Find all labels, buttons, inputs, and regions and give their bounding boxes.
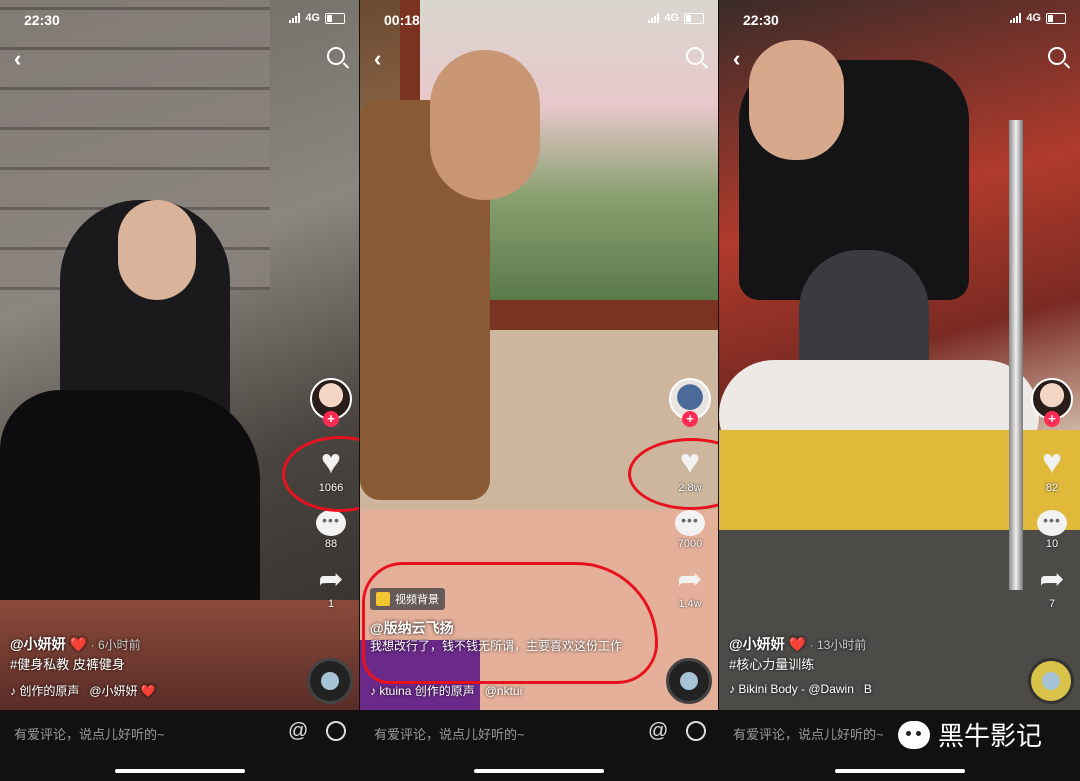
search-icon[interactable] [1048,47,1066,65]
post-time: · 13小时前 [809,638,867,652]
share-icon[interactable]: ➦ [668,564,712,596]
music-title: Bikini Body - @Dawin [738,682,854,696]
comment-icon[interactable]: ••• [316,510,346,536]
home-indicator [114,769,245,773]
music-title: 创作的原声 [19,684,80,698]
follow-plus-icon[interactable]: + [682,411,698,427]
clock: 22:30 [743,12,779,28]
music-title: ktuina 创作的原声 [379,684,475,698]
username[interactable]: @小妍妍 ❤️ [10,636,87,652]
music-disc[interactable] [307,658,353,704]
like-count: 82 [1045,482,1059,494]
username[interactable]: @版纳云飞扬 [370,618,648,638]
caption-text[interactable]: #核心力量训练 [729,655,1010,675]
music-row[interactable]: ♪ ktuina 创作的原声 @nktui [370,682,522,699]
back-icon[interactable]: ‹ [14,46,21,72]
follow-plus-icon[interactable]: + [323,411,339,427]
home-indicator [474,769,604,773]
heart-icon[interactable]: ♥ [1030,444,1074,480]
at-icon[interactable]: @ [648,720,668,743]
battery-icon [684,12,704,24]
video-frame[interactable] [719,0,1080,710]
status-bar: 00:18 4G [360,12,718,32]
emoji-icon[interactable] [326,721,346,741]
network-label: 4G [305,12,320,24]
signal-icon [289,13,301,23]
music-disc[interactable] [666,658,712,704]
video-frame[interactable] [0,0,359,710]
action-rail: + ♥ 82 ••• 10 ➦ 7 [1030,378,1074,610]
pole [1009,120,1023,590]
back-icon[interactable]: ‹ [374,46,381,72]
clock: 22:30 [24,12,60,28]
comment-bar[interactable]: 有爱评论，说点儿好听的~ @ [360,710,718,781]
search-icon[interactable] [327,47,345,65]
video-background-tag[interactable]: 视频背景 [370,588,445,610]
video-panel-2[interactable]: 00:18 4G ‹ + ♥ 2.8w ••• 7000 ➦ 1.4w 视频背景… [360,0,718,781]
avatar[interactable]: + [669,378,711,427]
share-icon[interactable]: ➦ [309,564,353,596]
avatar[interactable]: + [1031,378,1073,427]
yellow-mat [719,430,1080,530]
emoji-icon[interactable] [686,721,706,741]
watermark: 黑牛影记 [897,716,1042,753]
battery-icon [325,12,345,24]
video-panel-3[interactable]: 22:30 4G ‹ + ♥ 82 ••• 10 ➦ 7 @小妍妍 ❤️ · 1… [719,0,1080,781]
caption-text[interactable]: #健身私教 皮裤健身 [10,655,289,675]
home-indicator [834,769,965,773]
caption: @小妍妍 ❤️ · 6小时前 #健身私教 皮裤健身 [10,634,289,675]
comment-input[interactable]: 有爱评论，说点儿好听的~ [374,724,525,743]
status-bar: 22:30 4G [719,12,1080,32]
post-time: · 6小时前 [90,638,141,652]
at-icon[interactable]: @ [288,720,308,743]
comment-count: 10 [1045,538,1059,550]
comment-count: 7000 [677,538,703,550]
share-icon[interactable]: ➦ [1030,564,1074,596]
network-label: 4G [1026,12,1041,24]
comment-input[interactable]: 有爱评论，说点儿好听的~ [14,724,165,743]
music-note-icon: ♪ [10,684,16,698]
watermark-text: 黑牛影记 [937,721,1042,751]
trainer-head [749,40,844,160]
sun-icon [376,592,390,606]
back-icon[interactable]: ‹ [733,46,740,72]
signal-icon [648,13,660,23]
search-icon[interactable] [686,47,704,65]
comment-bar[interactable]: 有爱评论，说点儿好听的~ @ [0,710,359,781]
clock: 00:18 [384,12,420,28]
status-bar: 22:30 4G [0,12,359,32]
network-label: 4G [664,12,679,24]
caption: @版纳云飞扬 我想改行了，钱不钱无所谓，主要喜欢这份工作 [370,618,648,655]
signal-icon [1010,13,1022,23]
music-note-icon: ♪ [370,684,376,698]
music-row[interactable]: ♪ 创作的原声 @小妍妍 ❤️ [10,682,156,699]
comment-icon[interactable]: ••• [1037,510,1067,536]
share-count: 1.4w [678,598,702,610]
music-disc[interactable] [1028,658,1074,704]
music-user: @小妍妍 ❤️ [89,684,156,698]
trainer-head [118,200,196,300]
music-note-icon: ♪ [729,682,735,696]
video-panel-1[interactable]: 22:30 4G ‹ + ♥ 1066 ••• 88 ➦ 1 @小妍妍 ❤️ ·… [0,0,359,781]
caption-text[interactable]: 我想改行了，钱不钱无所谓，主要喜欢这份工作 [370,638,648,655]
follow-plus-icon[interactable]: + [1044,411,1060,427]
comment-count: 88 [324,538,338,550]
comment-input[interactable]: 有爱评论，说点儿好听的~ [733,724,884,743]
share-count: 7 [1048,598,1056,610]
share-count: 1 [327,598,335,610]
music-row[interactable]: ♪ Bikini Body - @Dawin B [729,682,872,696]
battery-icon [1046,12,1066,24]
caption: @小妍妍 ❤️ · 13小时前 #核心力量训练 [729,634,1010,675]
therapist-head [430,50,540,200]
comment-icon[interactable]: ••• [675,510,705,536]
music-user: @nktui [484,684,523,698]
username[interactable]: @小妍妍 ❤️ [729,636,806,652]
avatar[interactable]: + [310,378,352,427]
tag-label: 视频背景 [395,594,439,606]
wechat-icon [897,720,930,749]
music-user: B [863,682,872,696]
